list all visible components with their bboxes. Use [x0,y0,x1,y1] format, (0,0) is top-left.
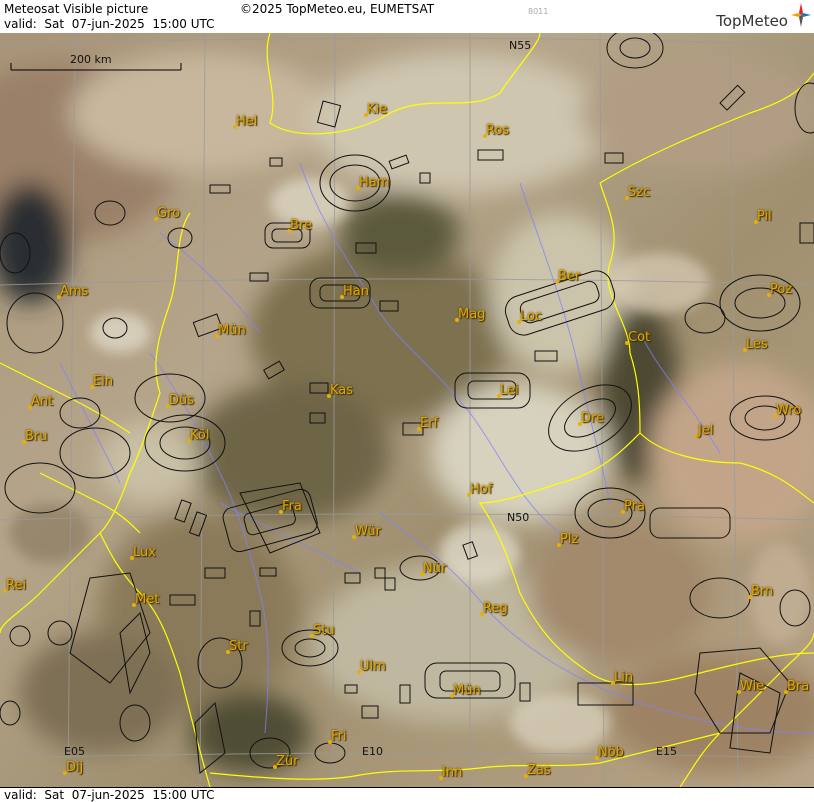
satellite-map[interactable]: 200 km N55 N50 E05 E10 E15 Kie Hel Ros Ham S… [0,33,814,787]
city-label: Bru [25,429,48,444]
city-label: Met [135,592,160,607]
city-label: Mün [453,683,481,698]
city-label: Fra [282,499,302,514]
compass-star-icon [791,3,811,27]
city-label: Köl [190,428,210,443]
city-label: Fri [331,729,347,744]
city-label: Kas [330,383,354,398]
city-label: Lin [614,670,634,685]
header-bar: Meteosat Visible picture valid: Sat 07-j… [0,0,814,34]
city-label: Ham [359,175,390,190]
city-label: Gro [157,206,181,221]
city-label: Erf [420,416,439,431]
city-label: Zas [527,763,551,778]
city-label: Wro [776,403,802,418]
city-label: Ber [558,269,581,284]
product-code: 8011 [528,7,549,16]
city-label: Stu [313,623,335,638]
city-label: Bre [290,218,312,233]
city-label: Nür [423,561,447,576]
city-label: Reg [483,601,508,616]
city-label: Lei [500,383,519,398]
city-label: Ams [60,284,89,299]
satellite-imagery [0,33,814,787]
city-label: Nöb [598,745,624,760]
city-label: Inn [442,765,463,780]
city-label: Hof [470,482,493,497]
city-label: Loc [520,309,543,324]
city-label: Cot [628,330,651,345]
city-label: Pra [624,499,645,514]
city-label: Plz [560,532,579,547]
city-label: Hel [236,114,258,129]
city-label: Düs [169,393,195,408]
city-label: Ein [93,374,114,389]
city-label: Wie [740,679,765,694]
city-label: Jel [698,423,714,438]
city-label: Rei [6,578,27,593]
city-label: Les [746,337,768,352]
city-label: Ulm [360,659,386,674]
valid-time: valid: Sat 07-jun-2025 15:00 UTC [4,17,215,31]
city-label: Han [343,284,369,299]
brand-name: TopMeteo [716,12,788,30]
city-label: Ros [486,123,510,138]
city-label: Zür [276,754,299,769]
city-label: Bra [787,679,810,694]
city-label: Ant [31,394,54,409]
city-label: Wür [355,524,381,539]
city-label: Str [229,639,248,654]
city-label: Poz [770,282,793,297]
footer-bar: valid: Sat 07-jun-2025 15:00 UTC [0,787,814,802]
city-label: Brn [751,584,774,599]
city-label: Kie [367,102,388,117]
copyright: ©2025 TopMeteo.eu, EUMETSAT [240,2,435,16]
city-label: Dre [581,411,605,426]
city-label: Mag [458,307,486,322]
product-title: Meteosat Visible picture [4,2,149,16]
city-label: Szc [628,185,651,200]
city-label: Pil [757,209,772,224]
footer-valid-time: valid: Sat 07-jun-2025 15:00 UTC [4,788,215,802]
city-label: Mün [218,323,246,338]
city-label: Lux [133,545,156,560]
city-label: Dij [66,760,84,775]
